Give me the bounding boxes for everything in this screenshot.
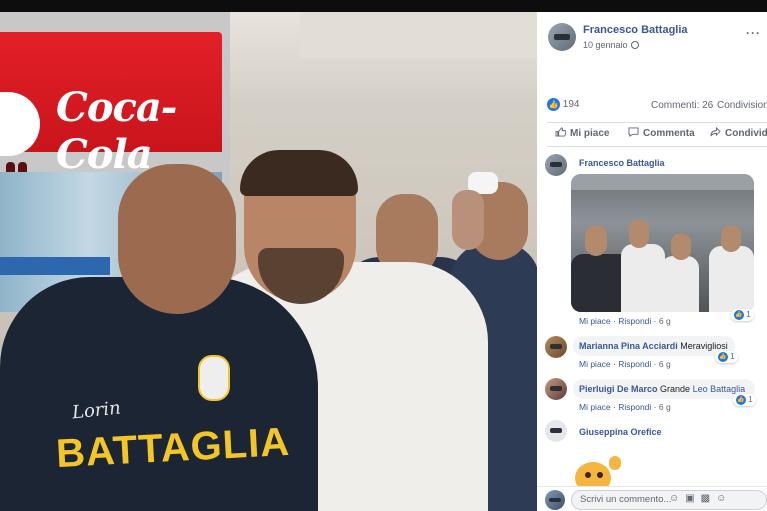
comment-icon <box>628 127 639 137</box>
comment-button[interactable]: Commenta <box>628 127 695 139</box>
comment-text: Grande <box>660 384 691 394</box>
divider <box>547 146 767 147</box>
comment-author[interactable]: Pierluigi De Marco Grande Leo Battaglia <box>579 384 745 394</box>
commenter-avatar[interactable] <box>545 420 567 442</box>
like-icon: 👍 <box>718 351 728 362</box>
user-avatar <box>545 490 565 510</box>
comment-meta: Mi piace · Rispondi · 6 g <box>579 359 671 369</box>
comment-text: Meravigliosi <box>680 341 728 351</box>
comment-author[interactable]: Francesco Battaglia <box>579 158 665 168</box>
divider <box>547 122 767 123</box>
comment-like-count[interactable]: 👍 1 <box>733 394 756 406</box>
comment-like-link[interactable]: Mi piace <box>579 316 611 326</box>
lega-badge-icon <box>198 355 230 401</box>
globe-icon <box>630 41 639 49</box>
comment-like-count[interactable]: 👍 1 <box>715 351 738 363</box>
comment-like-link[interactable]: Mi piace <box>579 402 611 412</box>
commenter-avatar[interactable] <box>545 378 567 400</box>
comment-photo[interactable] <box>571 174 754 312</box>
comment-mention[interactable]: Leo Battaglia <box>693 384 746 394</box>
post-date[interactable]: 10 gennaio <box>583 40 639 50</box>
gif-icon[interactable]: ▩ <box>701 493 716 504</box>
share-button[interactable]: Condividi <box>710 127 767 139</box>
comment-time[interactable]: 6 g <box>659 402 671 412</box>
comment-author[interactable]: Marianna Pina Acciardi Meravigliosi <box>579 341 728 351</box>
comment-reply-link[interactable]: Rispondi <box>618 316 651 326</box>
shares-count[interactable]: Condivisioni <box>717 100 767 111</box>
post-photo[interactable]: Coca-Cola Lorin BATTAGLIA <box>0 12 537 511</box>
comment-time[interactable]: 6 g <box>659 359 671 369</box>
comment-composer: Scrivi un commento... ☺▣▩☺ <box>537 486 767 511</box>
comment-reply-link[interactable]: Rispondi <box>618 402 651 412</box>
thumbs-up-icon <box>555 127 566 137</box>
commenter-avatar[interactable] <box>545 154 567 176</box>
comment-meta: Mi piace · Rispondi · 6 g <box>579 316 671 326</box>
camera-icon[interactable]: ▣ <box>685 493 700 504</box>
like-icon: 👍 <box>736 394 746 405</box>
viewer-top-bar <box>0 0 767 12</box>
comments-count[interactable]: Commenti: 26 <box>651 100 713 111</box>
like-icon: 👍 <box>734 309 744 320</box>
ceiling-beam <box>300 12 537 58</box>
comment-reply-link[interactable]: Rispondi <box>618 359 651 369</box>
post-sidebar: Francesco Battaglia 10 gennaio ··· 👍 194… <box>537 12 767 511</box>
comment-time[interactable]: 6 g <box>659 316 671 326</box>
post-stats: 👍 194 Commenti: 26 Condivisioni <box>547 98 767 114</box>
comment-like-link[interactable]: Mi piace <box>579 359 611 369</box>
more-options-icon[interactable]: ··· <box>746 26 761 40</box>
post-header: Francesco Battaglia 10 gennaio ··· <box>537 12 767 96</box>
like-icon: 👍 <box>547 98 560 111</box>
commenter-avatar[interactable] <box>545 336 567 358</box>
author-avatar[interactable] <box>548 23 576 51</box>
comment-like-count[interactable]: 👍 1 <box>731 309 754 321</box>
post-actions: Mi piace Commenta Condividi <box>537 125 767 145</box>
post-author[interactable]: Francesco Battaglia <box>583 24 688 36</box>
comment-meta: Mi piace · Rispondi · 6 g <box>579 402 671 412</box>
share-icon <box>710 127 721 137</box>
man-battaglia-jacket: Lorin BATTAGLIA <box>0 162 320 511</box>
comment-author[interactable]: Giuseppina Orefice <box>579 427 662 437</box>
sticker-icon[interactable]: ☺ <box>716 493 732 504</box>
emoji-icon[interactable]: ☺ <box>669 493 685 504</box>
reaction-count[interactable]: 👍 194 <box>547 98 579 111</box>
like-button[interactable]: Mi piace <box>555 127 609 139</box>
